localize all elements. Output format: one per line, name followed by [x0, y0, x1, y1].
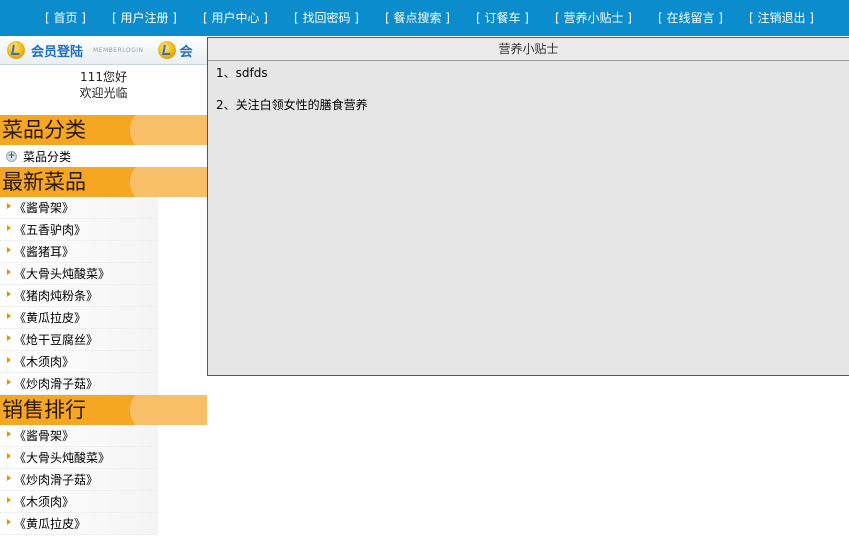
- ranking-item[interactable]: 《酱骨架》: [0, 425, 158, 447]
- category-item-label: 菜品分类: [23, 149, 72, 164]
- arrow-right-icon: [7, 474, 11, 481]
- nav-home-link[interactable]: [ 首页 ]: [32, 0, 99, 36]
- newest-item[interactable]: 《大骨头炖酸菜》: [0, 263, 158, 285]
- newest-item-label: 《大骨头炖酸菜》: [14, 267, 111, 281]
- arrow-right-icon: [7, 312, 11, 319]
- newest-item-label: 《酱猪耳》: [14, 245, 75, 259]
- nutrition-tips-panel: 营养小贴士 1、sdfds 2、关注白领女性的膳食营养: [207, 37, 849, 376]
- arrow-right-icon: [7, 496, 11, 503]
- welcome-box: 111您好 欢迎光临: [0, 65, 207, 115]
- newest-item-label: 《五香驴肉》: [14, 223, 87, 237]
- panel-title: 营养小贴士: [208, 38, 849, 61]
- arrow-right-icon: [7, 378, 11, 385]
- arrow-right-icon: [7, 202, 11, 209]
- nav-meal-search-link[interactable]: [ 餐点搜索 ]: [372, 0, 463, 36]
- arrow-right-icon: [7, 430, 11, 437]
- arrow-right-icon: [7, 290, 11, 297]
- arrow-right-icon: [7, 224, 11, 231]
- newest-item[interactable]: 《木须肉》: [0, 351, 158, 373]
- nav-list: [ 首页 ] [ 用户注册 ] [ 用户中心 ] [ 找回密码 ] [ 餐点搜索…: [22, 0, 827, 36]
- ranking-heading-text: 销售排行: [2, 398, 86, 422]
- newest-item[interactable]: 《酱猪耳》: [0, 241, 158, 263]
- nav-register-link[interactable]: [ 用户注册 ]: [99, 0, 190, 36]
- nav-cart-link[interactable]: [ 订餐车 ]: [463, 0, 542, 36]
- category-heading: 菜品分类: [0, 115, 207, 145]
- ranking-item[interactable]: 《木须肉》: [0, 491, 158, 513]
- nav-message-link[interactable]: [ 在线留言 ]: [645, 0, 736, 36]
- arrow-right-icon: [7, 268, 11, 275]
- ranking-heading: 销售排行: [0, 395, 207, 425]
- arrow-right-icon: [7, 356, 11, 363]
- ranking-list: 《酱骨架》 《大骨头炖酸菜》 《炒肉滑子菇》 《木须肉》 《黄瓜拉皮》: [0, 425, 207, 535]
- newest-item-label: 《炒肉滑子菇》: [14, 377, 99, 391]
- arrow-right-icon: [7, 518, 11, 525]
- newest-item-label: 《酱骨架》: [14, 201, 75, 215]
- newest-item[interactable]: 《炝干豆腐丝》: [0, 329, 158, 351]
- ranking-item[interactable]: 《大骨头炖酸菜》: [0, 447, 158, 469]
- arrow-right-icon: [7, 246, 11, 253]
- tip-item[interactable]: 2、关注白领女性的膳食营养: [216, 97, 841, 113]
- newest-item-label: 《黄瓜拉皮》: [14, 311, 87, 325]
- category-heading-text: 菜品分类: [2, 118, 86, 142]
- nav-nutrition-tips-link[interactable]: [ 营养小贴士 ]: [542, 0, 645, 36]
- newest-item[interactable]: 《炒肉滑子菇》: [0, 373, 158, 395]
- newest-item-label: 《炝干豆腐丝》: [14, 333, 99, 347]
- nav-recover-password-link[interactable]: [ 找回密码 ]: [281, 0, 372, 36]
- newest-item[interactable]: 《酱骨架》: [0, 197, 158, 219]
- ranking-item[interactable]: 《黄瓜拉皮》: [0, 513, 158, 535]
- newest-heading: 最新菜品: [0, 167, 207, 197]
- member-icon: [7, 41, 25, 59]
- ranking-item-label: 《炒肉滑子菇》: [14, 473, 99, 487]
- member-login-header: 会员登陆 MEMBERLOGIN 会: [0, 36, 207, 65]
- top-nav: [ 首页 ] [ 用户注册 ] [ 用户中心 ] [ 找回密码 ] [ 餐点搜索…: [0, 0, 849, 36]
- nav-logout-link[interactable]: [ 注销退出 ]: [736, 0, 827, 36]
- arrow-right-icon: [7, 452, 11, 459]
- ranking-item[interactable]: 《炒肉滑子菇》: [0, 469, 158, 491]
- category-item[interactable]: + 菜品分类: [0, 145, 207, 167]
- arrow-right-icon: [7, 334, 11, 341]
- ranking-item-label: 《木须肉》: [14, 495, 75, 509]
- member-login-subtitle: MEMBERLOGIN: [93, 46, 144, 54]
- member-login-title: 会员登陆: [31, 44, 84, 60]
- nav-user-center-link[interactable]: [ 用户中心 ]: [190, 0, 281, 36]
- ranking-item-label: 《大骨头炖酸菜》: [14, 451, 111, 465]
- ranking-item-label: 《酱骨架》: [14, 429, 75, 443]
- tips-list: 1、sdfds 2、关注白领女性的膳食营养: [208, 61, 849, 133]
- member-icon-repeat: [157, 41, 176, 59]
- newest-item[interactable]: 《猪肉炖粉条》: [0, 285, 158, 307]
- newest-item[interactable]: 《黄瓜拉皮》: [0, 307, 158, 329]
- member-login-title-repeat: 会: [179, 44, 193, 60]
- tip-item[interactable]: 1、sdfds: [216, 65, 841, 81]
- user-greeting: 111您好: [80, 70, 127, 84]
- plus-icon: +: [6, 150, 17, 162]
- newest-item-label: 《木须肉》: [14, 355, 75, 369]
- left-sidebar: 会员登陆 MEMBERLOGIN 会 111您好 欢迎光临 菜品分类 + 菜品分…: [0, 36, 207, 535]
- ranking-item-label: 《黄瓜拉皮》: [14, 517, 87, 531]
- welcome-text: 欢迎光临: [79, 86, 128, 100]
- newest-heading-text: 最新菜品: [2, 170, 86, 194]
- newest-item-label: 《猪肉炖粉条》: [14, 289, 99, 303]
- newest-item[interactable]: 《五香驴肉》: [0, 219, 158, 241]
- newest-list: 《酱骨架》 《五香驴肉》 《酱猪耳》 《大骨头炖酸菜》 《猪肉炖粉条》 《黄瓜拉…: [0, 197, 207, 395]
